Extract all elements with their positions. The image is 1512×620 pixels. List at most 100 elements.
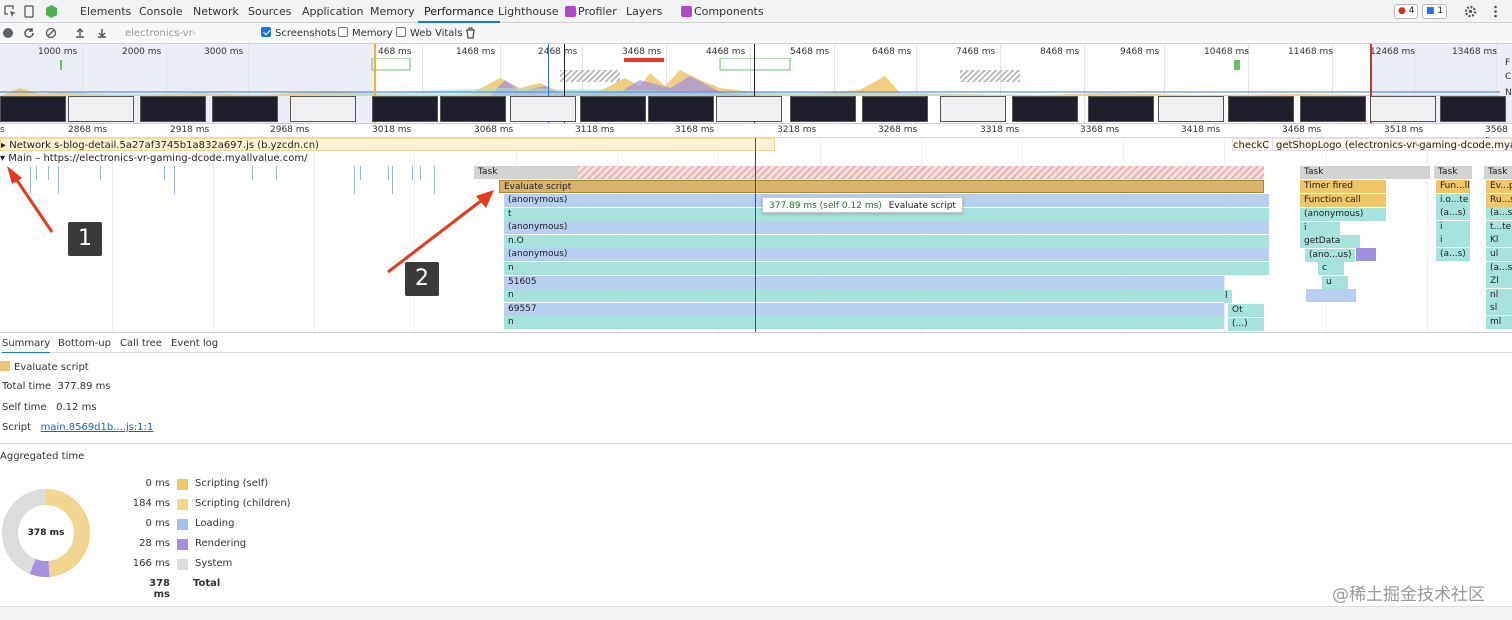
gear-icon[interactable] bbox=[1463, 4, 1478, 19]
overview-tick: 13468 ms bbox=[1452, 47, 1497, 57]
stack-frame[interactable]: (anonymous) bbox=[1300, 208, 1386, 221]
timer-fired-block[interactable]: Timer fired bbox=[1300, 180, 1386, 193]
tab-layers[interactable]: Layers bbox=[620, 0, 668, 23]
network-request[interactable]: getShopLogo (electronics-vr-gaming-dcode… bbox=[1272, 138, 1512, 151]
screenshot-thumbnail bbox=[0, 96, 66, 122]
stack-frame[interactable]: i bbox=[1300, 221, 1340, 235]
stack-frame[interactable]: (a...s) bbox=[1486, 207, 1512, 221]
tab-call-tree[interactable]: Call tree bbox=[120, 333, 162, 354]
evaluate-script-block[interactable]: Evaluate script bbox=[499, 180, 1264, 193]
ruler-tick: s bbox=[0, 125, 5, 135]
stack-frame[interactable]: n bbox=[504, 262, 1269, 275]
device-toolbar-icon[interactable] bbox=[22, 4, 37, 19]
rendering-block bbox=[1356, 248, 1376, 261]
donut-center-label: 378 ms bbox=[27, 528, 65, 538]
task-block[interactable]: Task bbox=[1484, 166, 1512, 179]
tab-performance[interactable]: Performance bbox=[418, 0, 500, 23]
tab-bottom-up[interactable]: Bottom-up bbox=[58, 333, 111, 354]
download-icon[interactable] bbox=[96, 27, 108, 39]
script-link[interactable]: main.8569d1b....js:1:1 bbox=[41, 422, 154, 433]
stack-frame[interactable]: (anonymous) bbox=[504, 248, 1269, 262]
tab-sources[interactable]: Sources bbox=[242, 0, 298, 23]
flame-block[interactable]: Ot bbox=[1228, 304, 1264, 317]
stack-frame[interactable]: Ev...pt bbox=[1486, 180, 1512, 193]
overview-tick: 468 ms bbox=[378, 47, 412, 57]
aggregated-label: Scripting (children) bbox=[195, 498, 291, 509]
stack-frame[interactable]: Ru...s bbox=[1486, 193, 1512, 207]
stack-frame[interactable]: i bbox=[1436, 234, 1470, 248]
stack-frame[interactable]: i bbox=[1436, 220, 1470, 234]
stack-frame[interactable]: n bbox=[504, 289, 1224, 303]
web-vitals-checkbox[interactable] bbox=[396, 27, 406, 37]
stack-frame[interactable]: sl bbox=[1486, 302, 1512, 316]
error-count-badge[interactable]: ● 4 bbox=[1394, 4, 1419, 19]
network-request[interactable]: checkC bbox=[1232, 138, 1269, 151]
aggregated-ms: 0 ms bbox=[145, 518, 171, 529]
ruler-tick: 3118 ms bbox=[575, 125, 615, 135]
stack-frame[interactable]: ul bbox=[1486, 248, 1512, 261]
stack-frame[interactable]: 69557 bbox=[504, 302, 1224, 316]
ruler-tick: 3068 ms bbox=[474, 125, 514, 135]
tab-network[interactable]: Network bbox=[187, 0, 245, 23]
stack-frame[interactable]: Fun...ll bbox=[1436, 180, 1470, 193]
clear-icon[interactable] bbox=[45, 27, 57, 39]
stack-frame[interactable]: Kl bbox=[1486, 234, 1512, 248]
stack-frame[interactable]: c bbox=[1318, 262, 1344, 276]
task-block[interactable]: Task bbox=[1300, 166, 1430, 179]
screenshot-thumbnail bbox=[940, 96, 1006, 122]
stack-frame[interactable]: n bbox=[504, 316, 1224, 330]
tab-lighthouse[interactable]: Lighthouse bbox=[492, 0, 565, 23]
tab-components[interactable]: Components bbox=[676, 0, 770, 23]
memory-checkbox[interactable] bbox=[338, 27, 348, 37]
stack-frame[interactable]: 51605 bbox=[504, 275, 1224, 289]
memory-toggle[interactable]: Memory bbox=[338, 23, 393, 44]
stack-frame[interactable]: (ano...us) bbox=[1305, 248, 1355, 262]
stack-frame[interactable]: u bbox=[1322, 276, 1348, 289]
stack-frame[interactable]: i.o...te bbox=[1436, 193, 1470, 207]
record-icon[interactable] bbox=[3, 28, 13, 38]
stack-frame[interactable]: nl bbox=[1486, 288, 1512, 302]
flame-block[interactable]: l bbox=[1224, 290, 1232, 303]
stack-frame[interactable]: (a...s) bbox=[1486, 261, 1512, 275]
tab-application[interactable]: Application bbox=[296, 0, 369, 23]
stack-frame[interactable]: (a...s) bbox=[1436, 207, 1470, 221]
screenshots-checkbox[interactable] bbox=[261, 27, 271, 37]
stack-frame[interactable]: n.O bbox=[504, 234, 1269, 248]
reload-icon[interactable] bbox=[23, 27, 35, 39]
stack-frame[interactable]: getData bbox=[1300, 235, 1360, 249]
tab-memory[interactable]: Memory bbox=[364, 0, 421, 23]
profile-select[interactable]: electronics-vr-gaming-... ▾ bbox=[125, 23, 245, 60]
overview-tick: 8468 ms bbox=[1040, 47, 1080, 57]
script-label: Script bbox=[2, 422, 32, 433]
tab-elements[interactable]: Elements bbox=[74, 0, 137, 23]
stack-frame[interactable]: (a...s) bbox=[1436, 248, 1470, 261]
ruler-tick: 3368 ms bbox=[1080, 125, 1120, 135]
watermark: @稀土掘金技术社区 bbox=[1332, 585, 1485, 605]
more-options-icon[interactable] bbox=[1488, 4, 1503, 19]
ruler-tick: 3318 ms bbox=[980, 125, 1020, 135]
stack-frame[interactable]: ml bbox=[1486, 316, 1512, 329]
function-call-block[interactable]: Function call bbox=[1300, 194, 1386, 207]
stack-frame[interactable]: t...te bbox=[1486, 220, 1512, 234]
script-row: Script main.8569d1b....js:1:1 bbox=[2, 422, 153, 433]
screenshots-toggle[interactable]: Screenshots bbox=[261, 23, 336, 44]
tab-console[interactable]: Console bbox=[133, 0, 189, 23]
task-block[interactable]: Task bbox=[1434, 166, 1472, 179]
flame-tooltip: 377.89 ms (self 0.12 ms) Evaluate script bbox=[762, 197, 963, 213]
trash-icon[interactable] bbox=[465, 27, 476, 39]
react-icon bbox=[565, 6, 576, 17]
stack-frame[interactable]: Zl bbox=[1486, 275, 1512, 289]
tab-summary[interactable]: Summary bbox=[2, 333, 51, 354]
flame-block[interactable]: (...) bbox=[1228, 318, 1264, 331]
tab-event-log[interactable]: Event log bbox=[171, 333, 218, 354]
upload-icon[interactable] bbox=[74, 27, 86, 39]
error-count: 4 bbox=[1408, 6, 1415, 16]
stack-frame[interactable]: (anonymous) bbox=[504, 221, 1269, 235]
memory-label: Memory bbox=[352, 28, 393, 39]
web-vitals-toggle[interactable]: Web Vitals bbox=[396, 23, 462, 44]
extension-hexagon-icon[interactable] bbox=[44, 4, 59, 19]
inspect-element-icon[interactable] bbox=[3, 4, 18, 19]
tab-profiler[interactable]: Profiler bbox=[560, 0, 623, 23]
message-count-badge[interactable]: ■ 1 bbox=[1422, 4, 1448, 19]
timeline-overview[interactable]: 1000 ms 2000 ms 3000 ms 468 ms 1468 ms 2468 m… bbox=[0, 44, 1512, 124]
